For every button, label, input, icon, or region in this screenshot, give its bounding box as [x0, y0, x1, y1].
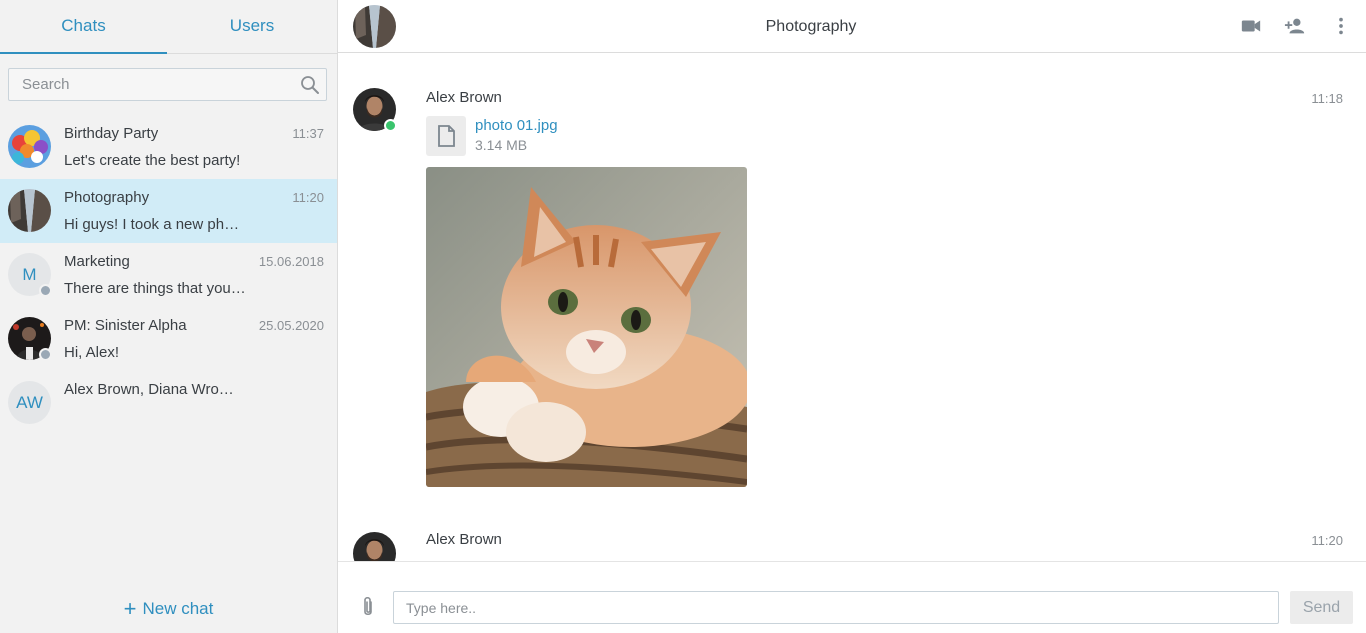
chat-list: Birthday Party 11:37 Let's create the be… — [0, 115, 337, 435]
chat-item-marketing[interactable]: M Marketing 15.06.2018 There are things … — [0, 243, 337, 307]
person-image — [353, 532, 396, 561]
add-user-icon[interactable] — [1284, 15, 1306, 37]
ginger-cat-photo[interactable] — [426, 167, 747, 487]
chat-name: Birthday Party — [64, 125, 159, 142]
conversation-title: Photography — [765, 18, 857, 35]
message-author[interactable]: Alex Brown — [426, 89, 502, 106]
message-list: Alex Brown 11:18 photo 01.jpg 3.14 MB Al… — [338, 54, 1366, 561]
avatar — [8, 317, 52, 361]
message-time: 11:18 — [1311, 91, 1343, 106]
avatar — [8, 189, 51, 232]
status-dot-online — [384, 119, 397, 132]
search-icon[interactable] — [300, 75, 320, 95]
file-size: 3.14 MB — [475, 137, 528, 153]
chat-app: Chats Users Search Birthday Party 11:37 … — [0, 0, 1366, 633]
search-input[interactable] — [9, 69, 326, 100]
buildings-image — [8, 189, 51, 232]
tab-users[interactable]: Users — [167, 0, 337, 54]
chat-name: Marketing — [64, 253, 130, 270]
new-chat-label: New chat — [142, 599, 214, 618]
avatar: AW — [8, 381, 51, 424]
status-dot-offline — [39, 284, 52, 297]
chat-item-photography[interactable]: Photography 11:20 Hi guys! I took a new … — [0, 179, 337, 243]
chat-time: 25.05.2020 — [258, 318, 324, 333]
chat-time: 15.06.2018 — [258, 254, 324, 269]
chat-item-birthday-party[interactable]: Birthday Party 11:37 Let's create the be… — [0, 115, 337, 179]
message: Alex Brown 11:20 — [338, 494, 1366, 561]
chat-preview: Hi guys! I took a new photo! — [64, 216, 246, 233]
avatar — [8, 125, 51, 168]
chat-item-sinister-alpha[interactable]: PM: Sinister Alpha 25.05.2020 Hi, Alex! — [0, 307, 337, 371]
paperclip-icon[interactable] — [359, 596, 377, 618]
message-time: 11:20 — [1311, 533, 1343, 548]
file-icon — [426, 116, 466, 156]
message-input[interactable] — [393, 591, 1279, 624]
chat-preview: There are things that you need to know — [64, 280, 246, 297]
conversation-header: Photography — [338, 0, 1366, 53]
chat-name: PM: Sinister Alpha — [64, 317, 187, 334]
file-name-link[interactable]: photo 01.jpg — [475, 117, 558, 134]
plus-icon: + — [123, 596, 137, 621]
author-avatar[interactable] — [353, 532, 396, 561]
chat-preview: Hi, Alex! — [64, 344, 120, 361]
chat-time: 11:37 — [292, 126, 324, 141]
chat-item-alex-diana[interactable]: AW Alex Brown, Diana Wrongs — [0, 371, 337, 435]
search-box — [8, 68, 327, 101]
status-dot-offline — [39, 348, 52, 361]
message-author[interactable]: Alex Brown — [426, 531, 502, 548]
send-button[interactable]: Send — [1290, 591, 1353, 624]
tab-chats[interactable]: Chats — [0, 0, 167, 54]
sidebar: Chats Users Search Birthday Party 11:37 … — [0, 0, 338, 633]
avatar: M — [8, 253, 52, 297]
conversation-panel: Photography Alex Brown 11:18 photo 01.jp… — [338, 0, 1366, 633]
chat-preview: Let's create the best party! — [64, 152, 241, 169]
message-composer: Send — [338, 561, 1366, 633]
video-camera-icon[interactable] — [1240, 15, 1262, 37]
message: Alex Brown 11:18 photo 01.jpg 3.14 MB — [338, 54, 1366, 494]
balloons-image — [8, 125, 51, 168]
chat-name: Alex Brown, Diana Wrongs — [64, 381, 240, 398]
new-chat-button[interactable]: + New chat — [0, 596, 337, 622]
chat-name: Photography — [64, 189, 150, 206]
more-vertical-icon[interactable] — [1330, 15, 1352, 37]
author-avatar[interactable] — [353, 88, 397, 132]
chat-time: 11:20 — [292, 190, 324, 205]
avatar-initials: AW — [8, 381, 51, 424]
sidebar-tabs: Chats Users — [0, 0, 337, 54]
